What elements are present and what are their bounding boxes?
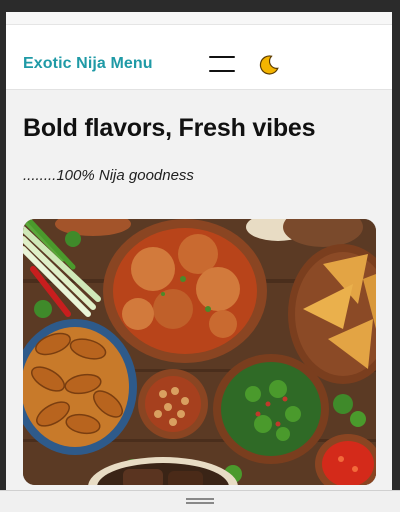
grip-line <box>186 498 214 500</box>
hamburger-line <box>209 56 235 58</box>
bottom-bar <box>0 490 400 512</box>
top-strip <box>6 12 392 25</box>
food-spread-image <box>23 219 376 485</box>
navbar: Exotic Nija Menu <box>6 25 392 90</box>
grip-line <box>186 502 214 504</box>
hero-headline: Bold flavors, Fresh vibes <box>23 114 316 142</box>
theme-toggle-moon-icon[interactable] <box>257 53 281 77</box>
browser-viewport: Exotic Nija Menu Bold flavors, Fresh vib… <box>6 12 392 490</box>
hero-tagline: ........100% Nija goodness <box>23 167 194 184</box>
brand-logo-link[interactable]: Exotic Nija Menu <box>23 55 153 73</box>
hamburger-line <box>209 70 235 72</box>
resize-grip-icon[interactable] <box>186 498 214 505</box>
hamburger-menu-icon[interactable] <box>209 54 235 74</box>
